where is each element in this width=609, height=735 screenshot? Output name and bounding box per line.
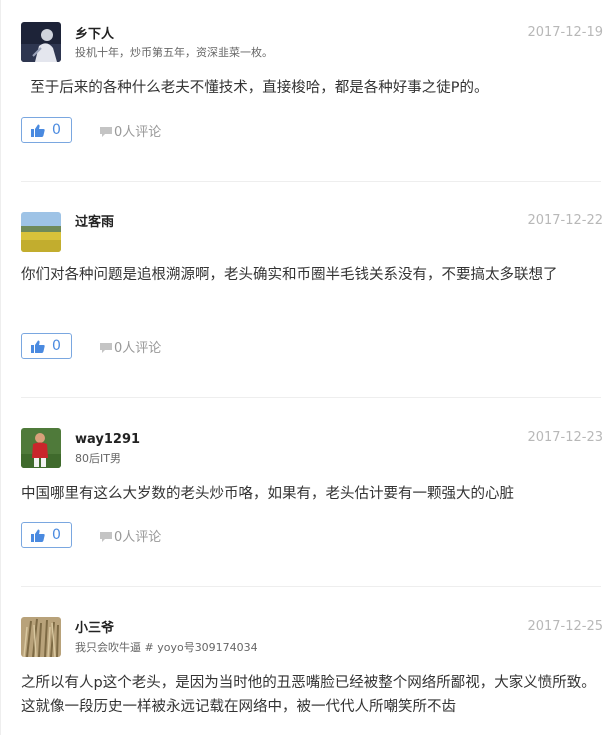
like-button[interactable]: 0 <box>21 522 72 548</box>
like-button[interactable]: 0 <box>21 333 72 359</box>
avatar[interactable] <box>21 617 61 657</box>
thumbs-up-icon <box>31 124 45 137</box>
thumbs-up-icon <box>31 340 45 353</box>
comment-bubble-icon <box>100 532 112 542</box>
like-count: 0 <box>52 527 61 543</box>
username[interactable]: way1291 <box>75 432 140 448</box>
like-count: 0 <box>52 338 61 354</box>
comment-item: way1291 80后IT男 2017-12-23 中国哪里有这么大岁数的老头炒… <box>0 398 609 586</box>
reply-link[interactable]: 0人评论 <box>99 125 161 141</box>
comment-date: 2017-12-23 <box>527 430 603 445</box>
comment-text: 至于后来的各种什么老夫不懂技术，直接梭哈，都是各种好事之徒P的。 <box>21 80 489 96</box>
reply-link[interactable]: 0人评论 <box>99 530 161 546</box>
reply-count: 0人评论 <box>114 530 162 545</box>
username[interactable]: 过客雨 <box>75 215 114 231</box>
user-bio: 80后IT男 <box>75 452 121 465</box>
comment-bubble-icon <box>100 343 112 353</box>
comment-item: 乡下人 投机十年，炒币第五年，资深韭菜一枚。 2017-12-19 至于后来的各… <box>0 0 609 181</box>
comment-date: 2017-12-25 <box>527 619 603 634</box>
thumbs-up-icon <box>31 529 45 542</box>
reply-link[interactable]: 0人评论 <box>99 341 161 357</box>
comment-date: 2017-12-19 <box>527 25 603 40</box>
avatar[interactable] <box>21 22 61 62</box>
avatar[interactable] <box>21 212 61 252</box>
like-count: 0 <box>52 122 61 138</box>
comment-item: 小三爷 我只会吹牛逼 # yoyo号309174034 2017-12-25 之… <box>0 587 609 735</box>
comment-bubble-icon <box>100 127 112 137</box>
comment-text: 之所以有人p这个老头，是因为当时他的丑恶嘴脸已经被整个网络所鄙视，大家义愤所致。… <box>21 675 596 715</box>
comment-item: 过客雨 2017-12-22 你们对各种问题是追根溯源啊，老头确实和币圈半毛钱关… <box>0 182 609 398</box>
comment-list: 乡下人 投机十年，炒币第五年，资深韭菜一枚。 2017-12-19 至于后来的各… <box>0 0 609 735</box>
username[interactable]: 乡下人 <box>75 27 114 43</box>
reply-count: 0人评论 <box>114 341 162 356</box>
reply-count: 0人评论 <box>114 125 162 140</box>
comment-text: 你们对各种问题是追根溯源啊，老头确实和币圈半毛钱关系没有，不要搞太多联想了 <box>21 267 558 283</box>
user-bio: 我只会吹牛逼 # yoyo号309174034 <box>75 641 258 654</box>
comment-text: 中国哪里有这么大岁数的老头炒币咯，如果有，老头估计要有一颗强大的心脏 <box>21 486 514 502</box>
user-bio: 投机十年，炒币第五年，资深韭菜一枚。 <box>75 46 273 59</box>
avatar[interactable] <box>21 428 61 468</box>
like-button[interactable]: 0 <box>21 117 72 143</box>
comment-date: 2017-12-22 <box>527 213 603 228</box>
username[interactable]: 小三爷 <box>75 621 114 637</box>
